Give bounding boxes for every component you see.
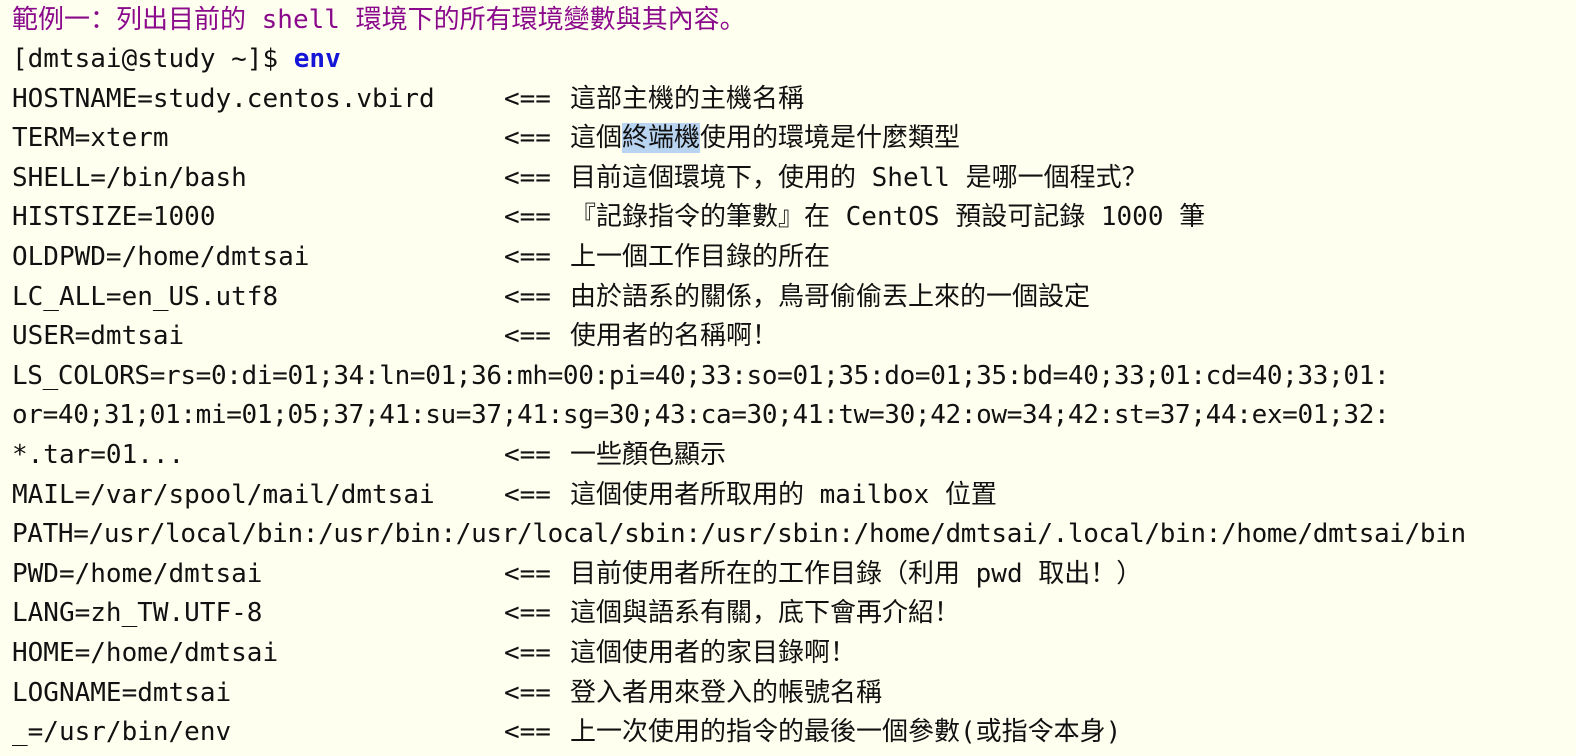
env-variable: LANG=zh_TW.UTF-8 — [12, 598, 263, 629]
env-comment: 這個使用者所取用的 mailbox 位置 — [570, 479, 997, 510]
env-comment: 上一個工作目錄的所在 — [570, 241, 831, 272]
env-comment: 登入者用來登入的帳號名稱 — [570, 677, 883, 708]
env-line-ls-colors-3: *.tar=01... <== 一些顏色顯示 — [12, 436, 1564, 476]
arrow-marker: <== — [504, 717, 551, 748]
env-line-home: HOME=/home/dmtsai <== 這個使用者的家目錄啊！ — [12, 634, 1564, 674]
env-comment: 這個終端機使用的環境是什麼類型 — [570, 119, 960, 159]
env-line-ls-colors-1: LS_COLORS=rs=0:di=01;34:ln=01;36:mh=00:p… — [12, 357, 1564, 397]
env-line-logname: LOGNAME=dmtsai <== 登入者用來登入的帳號名稱 — [12, 674, 1564, 714]
env-line-shell: SHELL=/bin/bash <== 目前這個環境下，使用的 Shell 是哪… — [12, 159, 1564, 199]
arrow-marker: <== — [504, 202, 551, 233]
arrow-marker: <== — [504, 281, 551, 312]
env-line-ls-colors-2: or=40;31;01:mi=01;05;37;41:su=37;41:sg=3… — [12, 396, 1564, 436]
arrow-marker: <== — [504, 637, 551, 668]
selected-text-highlight: 終端機 — [622, 123, 701, 154]
env-line-histsize: HISTSIZE=1000 <== 『記錄指令的筆數』在 CentOS 預設可記… — [12, 198, 1564, 238]
env-variable: OLDPWD=/home/dmtsai — [12, 241, 310, 272]
arrow-marker: <== — [504, 162, 551, 193]
env-comment: 這個使用者的家目錄啊！ — [570, 637, 857, 668]
env-variable: HISTSIZE=1000 — [12, 202, 216, 233]
env-line-term: TERM=xterm <== 這個終端機使用的環境是什麼類型 — [12, 119, 1564, 159]
env-line-hostname: HOSTNAME=study.centos.vbird <== 這部主機的主機名… — [12, 80, 1564, 120]
comment-prefix: 這個 — [570, 123, 623, 154]
arrow-marker: <== — [504, 439, 551, 470]
env-variable-continuation: or=40;31;01:mi=01;05;37;41:su=37;41:sg=3… — [12, 400, 1390, 431]
env-line-pwd: PWD=/home/dmtsai <== 目前使用者所在的工作目錄（利用 pwd… — [12, 555, 1564, 595]
env-variable: LOGNAME=dmtsai — [12, 677, 232, 708]
env-variable: _=/usr/bin/env — [12, 717, 232, 748]
example-title: 範例一：列出目前的 shell 環境下的所有環境變數與其內容。 — [12, 5, 746, 35]
env-line-path: PATH=/usr/local/bin:/usr/bin:/usr/local/… — [12, 515, 1564, 555]
env-line-oldpwd: OLDPWD=/home/dmtsai <== 上一個工作目錄的所在 — [12, 238, 1564, 278]
env-variable: LS_COLORS=rs=0:di=01;34:ln=01;36:mh=00:p… — [12, 360, 1390, 391]
env-comment: 使用者的名稱啊！ — [570, 321, 779, 352]
env-comment: 由於語系的關係，鳥哥偷偷丟上來的一個設定 — [570, 281, 1091, 312]
env-variable: HOSTNAME=study.centos.vbird — [12, 83, 435, 114]
env-line-lang: LANG=zh_TW.UTF-8 <== 這個與語系有關，底下會再介紹！ — [12, 594, 1564, 634]
arrow-marker: <== — [504, 241, 551, 272]
env-variable: TERM=xterm — [12, 123, 169, 154]
shell-prompt: [dmtsai@study ~]$ — [12, 44, 294, 74]
env-comment: 這個與語系有關，底下會再介紹！ — [570, 598, 961, 629]
env-variable-continuation: *.tar=01... — [12, 439, 185, 470]
env-comment: 這部主機的主機名稱 — [570, 83, 805, 114]
env-variable: SHELL=/bin/bash — [12, 162, 247, 193]
arrow-marker: <== — [504, 677, 551, 708]
env-line-underscore: _=/usr/bin/env <== 上一次使用的指令的最後一個參數(或指令本身… — [12, 713, 1564, 753]
env-variable: MAIL=/var/spool/mail/dmtsai — [12, 479, 435, 510]
env-variable: PATH=/usr/local/bin:/usr/bin:/usr/local/… — [12, 519, 1466, 550]
env-comment: 上一次使用的指令的最後一個參數(或指令本身) — [570, 717, 1122, 748]
arrow-marker: <== — [504, 598, 551, 629]
env-comment: 『記錄指令的筆數』在 CentOS 預設可記錄 1000 筆 — [570, 202, 1206, 233]
env-variable: PWD=/home/dmtsai — [12, 558, 263, 589]
env-variable: USER=dmtsai — [12, 321, 185, 352]
env-variable: LC_ALL=en_US.utf8 — [12, 281, 279, 312]
prompt-line: [dmtsai@study ~]$ env — [12, 40, 1564, 80]
arrow-marker: <== — [504, 83, 551, 114]
arrow-marker: <== — [504, 479, 551, 510]
arrow-marker: <== — [504, 558, 551, 589]
terminal-output: [dmtsai@study ~]$ env HOSTNAME=study.cen… — [12, 40, 1564, 753]
env-line-lc-all: LC_ALL=en_US.utf8 <== 由於語系的關係，鳥哥偷偷丟上來的一個… — [12, 278, 1564, 318]
env-comment: 目前使用者所在的工作目錄（利用 pwd 取出！） — [570, 558, 1143, 589]
command-env: env — [293, 44, 341, 74]
env-line-mail: MAIL=/var/spool/mail/dmtsai <== 這個使用者所取用… — [12, 476, 1564, 516]
env-comment: 目前這個環境下，使用的 Shell 是哪一個程式？ — [570, 162, 1148, 193]
env-comment: 一些顏色顯示 — [570, 439, 727, 470]
document-page: 範例一：列出目前的 shell 環境下的所有環境變數與其內容。 [dmtsai@… — [0, 0, 1576, 756]
env-variable: HOME=/home/dmtsai — [12, 637, 279, 668]
arrow-marker: <== — [504, 321, 551, 352]
comment-suffix: 使用的環境是什麼類型 — [700, 123, 961, 154]
arrow-marker: <== — [504, 123, 551, 154]
env-line-user: USER=dmtsai <== 使用者的名稱啊！ — [12, 317, 1564, 357]
